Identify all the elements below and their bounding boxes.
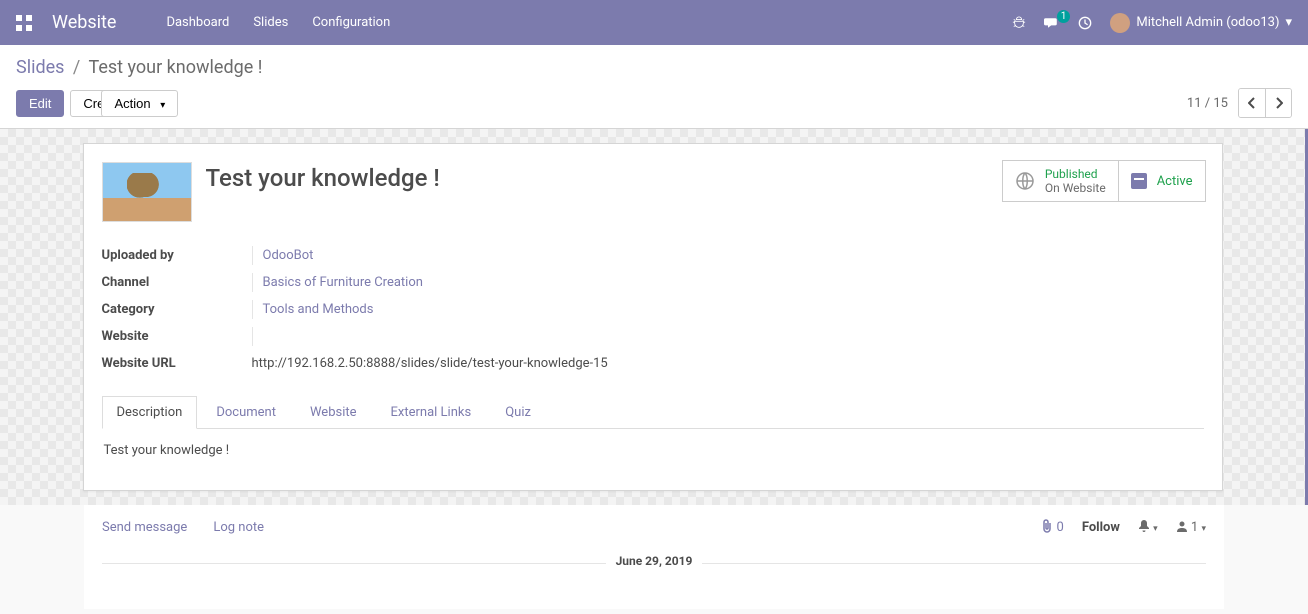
breadcrumb: Slides / Test your knowledge ! [16,57,1292,78]
tab-website[interactable]: Website [295,396,372,429]
top-navbar: Website Dashboard Slides Configuration 1… [0,0,1308,45]
debug-icon[interactable] [1012,16,1026,30]
follow-button[interactable]: Follow [1082,520,1120,535]
form-background: Published On Website Active Test your kn… [0,129,1308,505]
value-category[interactable]: Tools and Methods [252,300,902,319]
label-uploaded-by: Uploaded by [102,246,252,265]
log-note-link[interactable]: Log note [213,520,264,535]
tabs: Description Document Website External Li… [102,395,1204,429]
user-menu[interactable]: Mitchell Admin (odoo13) ▾ [1110,13,1292,33]
apps-icon[interactable] [16,15,32,31]
action-label: Action [114,96,150,111]
edit-button[interactable]: Edit [16,90,64,117]
followers-button[interactable]: 1 ▾ [1176,520,1206,535]
on-website-label: On Website [1045,181,1106,195]
tab-quiz[interactable]: Quiz [490,396,546,429]
globe-icon [1015,171,1035,191]
tab-content-description: Test your knowledge ! [102,429,1204,472]
messaging-icon[interactable]: 1 [1044,16,1060,30]
pager-prev-button[interactable] [1239,89,1265,117]
top-menu: Dashboard Slides Configuration [166,15,390,30]
published-button[interactable]: Published On Website [1002,160,1119,202]
record-title: Test your knowledge ! [206,164,440,192]
menu-slides[interactable]: Slides [253,15,288,30]
menu-dashboard[interactable]: Dashboard [166,15,229,30]
avatar [1110,13,1130,33]
label-website-url: Website URL [102,354,252,373]
chatter-date: June 29, 2019 [606,554,703,568]
menu-configuration[interactable]: Configuration [312,15,390,30]
breadcrumb-root[interactable]: Slides [16,57,64,78]
pager-next-button[interactable] [1265,89,1291,117]
label-website: Website [102,327,252,346]
chatter-wrap: Send message Log note 0 Follow ▾ 1 ▾ [0,505,1308,609]
user-name: Mitchell Admin (odoo13) [1136,15,1279,30]
slide-thumbnail[interactable] [102,162,192,222]
value-website [252,327,902,346]
label-channel: Channel [102,273,252,292]
tab-description[interactable]: Description [102,396,198,429]
activity-icon[interactable] [1078,16,1092,30]
chatter: Send message Log note 0 Follow ▾ 1 ▾ [84,505,1224,609]
breadcrumb-current: Test your knowledge ! [88,57,262,78]
caret-down-icon: ▾ [160,100,165,111]
field-grid: Uploaded by OdooBot Channel Basics of Fu… [102,246,902,373]
label-category: Category [102,300,252,319]
pager: 11 / 15 [1187,88,1292,118]
send-message-link[interactable]: Send message [102,520,187,535]
form-sheet: Published On Website Active Test your kn… [83,143,1223,491]
value-website-url: http://192.168.2.50:8888/slides/slide/te… [252,354,902,373]
published-label: Published [1045,167,1106,181]
tab-external-links[interactable]: External Links [376,396,487,429]
control-panel: Slides / Test your knowledge ! Edit Crea… [0,45,1308,129]
active-icon [1131,173,1147,189]
breadcrumb-sep: / [73,57,80,78]
tab-document[interactable]: Document [201,396,291,429]
subscribe-dropdown[interactable]: ▾ [1138,519,1158,535]
active-button[interactable]: Active [1118,160,1206,202]
messaging-count: 1 [1057,10,1071,23]
action-dropdown[interactable]: Action ▾ [101,90,178,117]
chatter-date-separator: June 29, 2019 [102,554,1206,569]
value-uploaded-by[interactable]: OdooBot [252,246,902,265]
pager-text[interactable]: 11 / 15 [1187,96,1228,111]
value-channel[interactable]: Basics of Furniture Creation [252,273,902,292]
active-label: Active [1157,174,1193,189]
attachments-button[interactable]: 0 [1041,519,1064,535]
app-brand[interactable]: Website [52,12,116,33]
caret-down-icon: ▾ [1285,15,1292,30]
